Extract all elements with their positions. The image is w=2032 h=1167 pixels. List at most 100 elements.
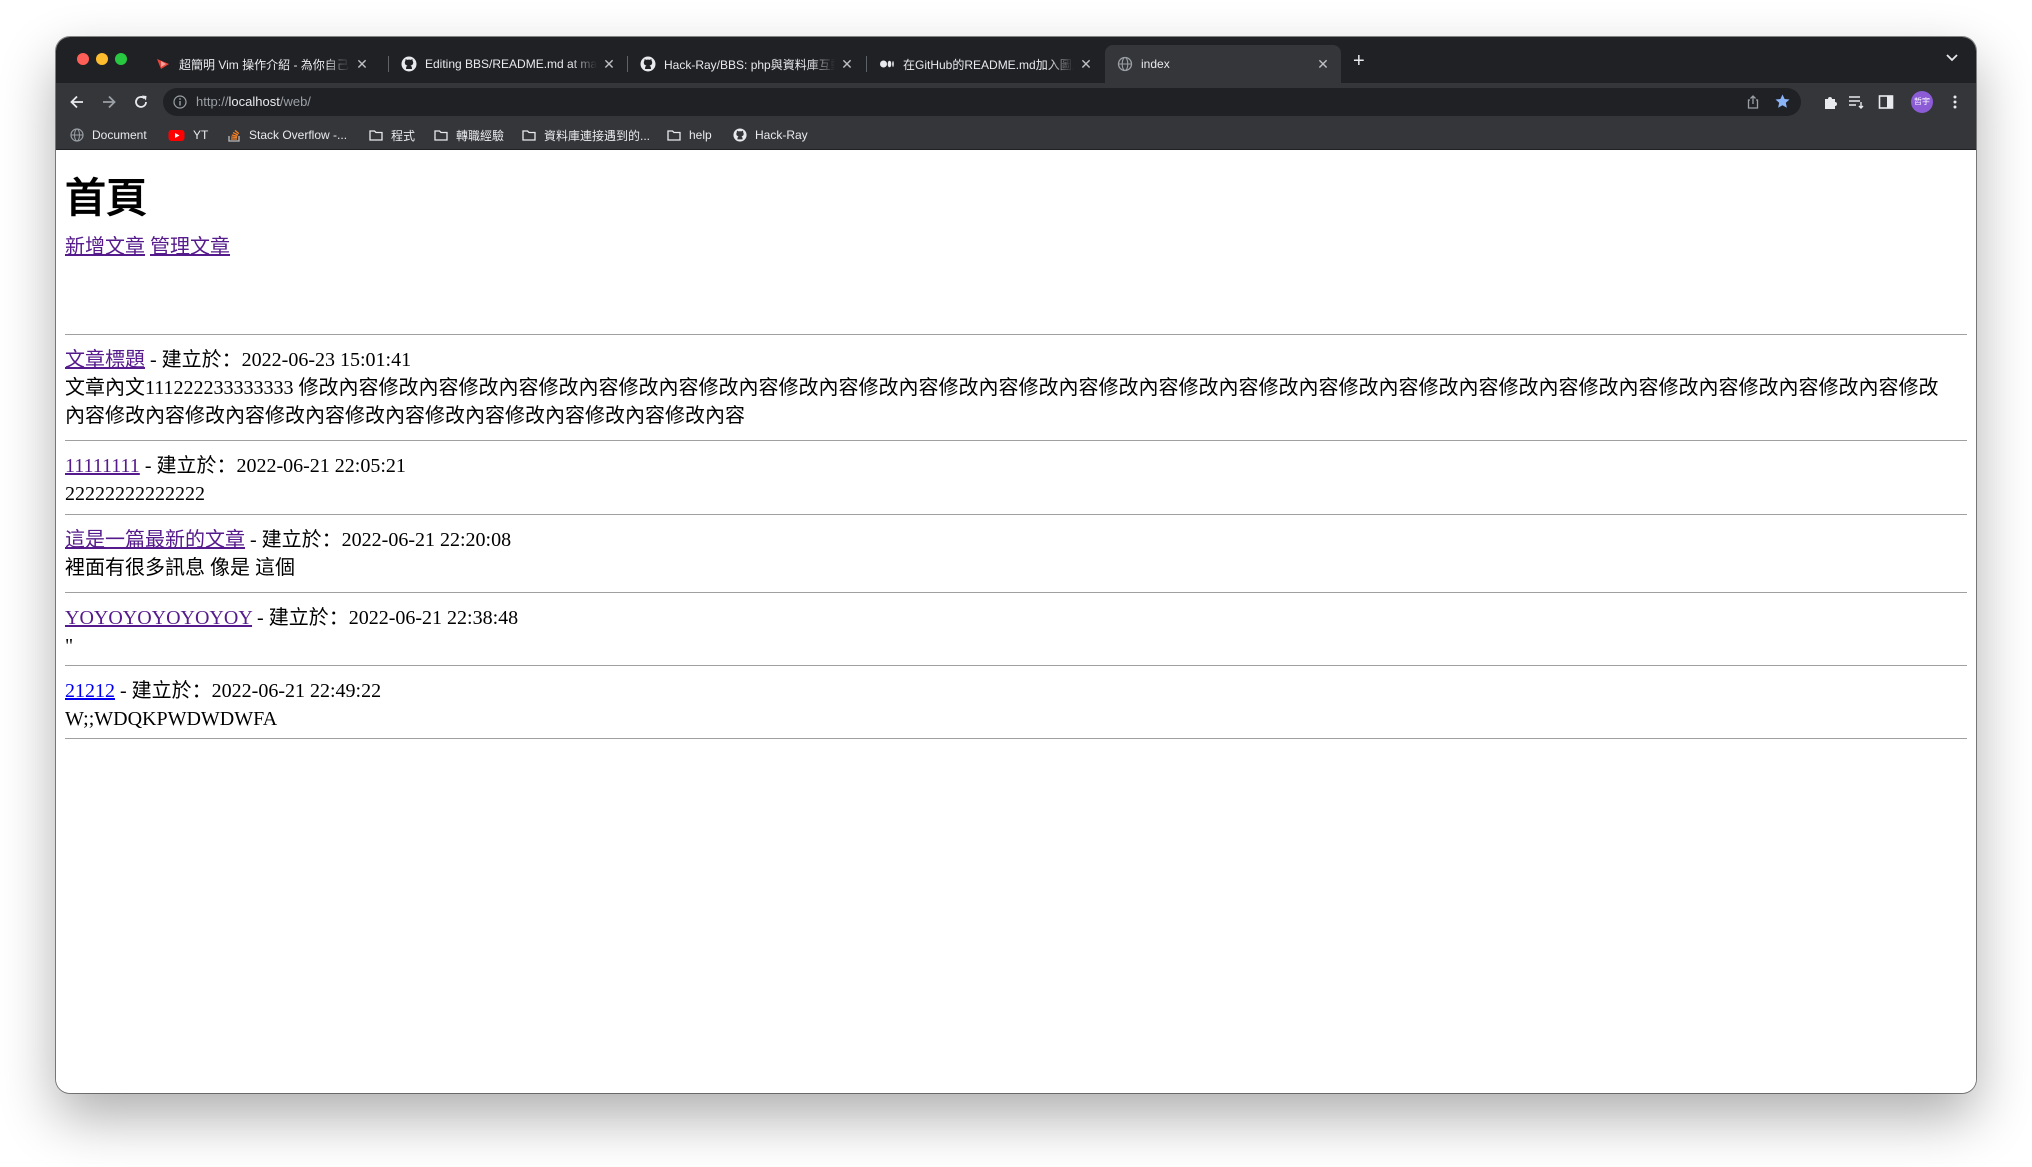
url-host: localhost — [228, 94, 280, 109]
post-header: 這是一篇最新的文章 - 建立於：2022-06-21 22:20:08 — [65, 526, 1956, 554]
post-title-link[interactable]: 文章標題 — [65, 349, 145, 371]
tab-close-icon[interactable]: ✕ — [601, 56, 617, 73]
tab-editing-readme[interactable]: Editing BBS/README.md at main ✕ — [389, 45, 627, 83]
post-body: 文章內文111222233333333 修改內容修改內容修改內容修改內容修改內容… — [65, 377, 1939, 427]
tab-title: 超簡明 Vim 操作介紹 - 為你自己 — [179, 57, 349, 72]
site-info-icon[interactable] — [173, 95, 187, 109]
bookmark-yt[interactable]: YT — [168, 127, 208, 143]
medium-icon — [880, 60, 894, 68]
tab-close-icon[interactable]: ✕ — [1078, 56, 1094, 73]
post-body: " — [65, 635, 74, 657]
bookmark-folder-program[interactable]: 程式 — [369, 127, 415, 143]
post-body: 裡面有很多訊息 像是 這個 — [65, 557, 295, 579]
url-path: /web/ — [279, 94, 311, 109]
bookmark-label: Stack Overflow -... — [249, 128, 348, 142]
forward-arrow-icon[interactable] — [100, 93, 118, 111]
divider — [65, 665, 1967, 666]
post-created-time: 2022-06-23 15:01:41 — [241, 349, 412, 371]
window-maximize-button[interactable] — [115, 53, 127, 65]
folder-icon — [667, 130, 681, 141]
globe-icon — [1117, 56, 1133, 72]
tab-hack-ray-bbs[interactable]: Hack-Ray/BBS: php與資料庫互動 ✕ — [628, 45, 865, 83]
created-label: - 建立於： — [245, 529, 342, 551]
bookmark-label: 轉職經驗 — [456, 128, 505, 143]
divider — [65, 592, 1967, 593]
profile-avatar[interactable]: 哲宇 — [1911, 91, 1933, 113]
post-created-time: 2022-06-21 22:05:21 — [236, 455, 406, 477]
url-scheme: http:// — [196, 94, 229, 109]
divider — [65, 440, 1967, 441]
post-body: 22222222222222 — [65, 483, 205, 505]
add-post-link[interactable]: 新增文章 — [65, 236, 145, 258]
folder-icon — [434, 130, 448, 141]
page-content: 首頁 新增文章 管理文章 文章標題 - 建立於：2022-06-23 15:01… — [56, 150, 1976, 1093]
post-header: 11111111 - 建立於：2022-06-21 22:05:21 — [65, 452, 1956, 480]
tab-close-icon[interactable]: ✕ — [839, 56, 855, 73]
bookmark-label: YT — [193, 128, 209, 142]
tab-title: Editing BBS/README.md at main — [425, 57, 597, 71]
tab-close-icon[interactable]: ✕ — [1315, 56, 1331, 73]
post-item: 11111111 - 建立於：2022-06-21 22:05:21 22222… — [65, 452, 1956, 508]
tab-vim[interactable]: 超簡明 Vim 操作介紹 - 為你自己 ✕ — [143, 45, 380, 83]
post-header: 21212 - 建立於：2022-06-21 22:49:22 — [65, 677, 1956, 705]
post-created-time: 2022-06-21 22:38:48 — [348, 607, 519, 629]
post-title-link[interactable]: YOYOYOYOYOYOY — [65, 607, 252, 629]
extensions-puzzle-icon[interactable] — [1822, 93, 1840, 111]
tab-title: Hack-Ray/BBS: php與資料庫互動 — [664, 57, 835, 72]
tab-index[interactable]: index ✕ — [1105, 45, 1341, 83]
divider — [65, 334, 1967, 335]
tab-close-icon[interactable]: ✕ — [354, 56, 370, 73]
bookmark-document[interactable]: Document — [70, 127, 147, 143]
bookmark-label: Document — [92, 128, 147, 142]
reading-list-icon[interactable] — [1847, 93, 1865, 111]
more-menu-icon[interactable] — [1946, 93, 1964, 111]
created-label: - 建立於： — [115, 680, 212, 702]
post-title-link[interactable]: 這是一篇最新的文章 — [65, 529, 245, 551]
post-item: 這是一篇最新的文章 - 建立於：2022-06-21 22:20:08 裡面有很… — [65, 526, 1956, 582]
post-item: YOYOYOYOYOYOY - 建立於：2022-06-21 22:38:48 … — [65, 604, 1956, 660]
tab-github-readme-image[interactable]: 在GitHub的README.md加入圖片 ✕ — [867, 45, 1104, 83]
bookmark-label: Hack-Ray — [755, 128, 808, 142]
share-icon[interactable] — [1745, 94, 1761, 110]
manage-posts-link[interactable]: 管理文章 — [150, 236, 230, 258]
post-item: 21212 - 建立於：2022-06-21 22:49:22 W;;WDQKP… — [65, 677, 1956, 733]
youtube-icon — [168, 130, 185, 141]
created-label: - 建立於： — [145, 349, 242, 371]
bookmark-stack-overflow[interactable]: Stack Overflow -... — [227, 127, 347, 143]
bookmark-folder-help[interactable]: help — [667, 127, 712, 143]
tab-strip: 超簡明 Vim 操作介紹 - 為你自己 ✕ Editing BBS/README… — [56, 37, 1976, 83]
bookmark-hack-ray[interactable]: Hack-Ray — [733, 127, 808, 143]
bookmark-label: help — [689, 128, 712, 142]
bookmark-label: 資料庫連接遇到的... — [544, 128, 651, 143]
bookmark-folder-database[interactable]: 資料庫連接遇到的... — [522, 127, 650, 143]
post-body: W;;WDQKPWDWDWFA — [65, 708, 278, 730]
stack-overflow-icon — [228, 129, 240, 142]
reload-icon[interactable] — [132, 93, 150, 111]
created-label: - 建立於： — [139, 455, 237, 477]
github-icon — [640, 56, 656, 72]
tab-search-chevron-icon[interactable] — [1944, 49, 1960, 65]
post-title-link[interactable]: 11111111 — [65, 455, 140, 477]
window-minimize-button[interactable] — [96, 53, 108, 65]
browser-toolbar: http://localhost/web/ 哲宇 — [56, 83, 1976, 121]
github-icon — [401, 56, 417, 72]
bookmark-star-icon[interactable] — [1774, 93, 1791, 110]
post-header: YOYOYOYOYOYOY - 建立於：2022-06-21 22:38:48 — [65, 604, 1956, 632]
created-label: - 建立於： — [252, 607, 349, 629]
new-tab-button[interactable]: + — [1353, 51, 1365, 71]
tab-title: index — [1141, 57, 1170, 71]
folder-icon — [522, 130, 536, 141]
address-bar[interactable]: http://localhost/web/ — [163, 88, 1801, 116]
tab-title: 在GitHub的README.md加入圖片 — [903, 57, 1074, 72]
post-title-link[interactable]: 21212 — [65, 680, 115, 702]
bookmarks-bar: Document YT Stack Overflow -... 程式 轉職經驗 … — [56, 121, 1976, 150]
divider — [65, 738, 1967, 739]
post-created-time: 2022-06-21 22:20:08 — [341, 529, 512, 551]
globe-icon — [70, 128, 84, 142]
back-arrow-icon[interactable] — [68, 93, 86, 111]
url-text[interactable]: http://localhost/web/ — [196, 94, 311, 109]
window-close-button[interactable] — [77, 53, 89, 65]
side-panel-icon[interactable] — [1877, 93, 1895, 111]
bookmark-folder-career[interactable]: 轉職經驗 — [434, 127, 504, 143]
post-item: 文章標題 - 建立於：2022-06-23 15:01:41 文章內文11122… — [65, 346, 1956, 430]
